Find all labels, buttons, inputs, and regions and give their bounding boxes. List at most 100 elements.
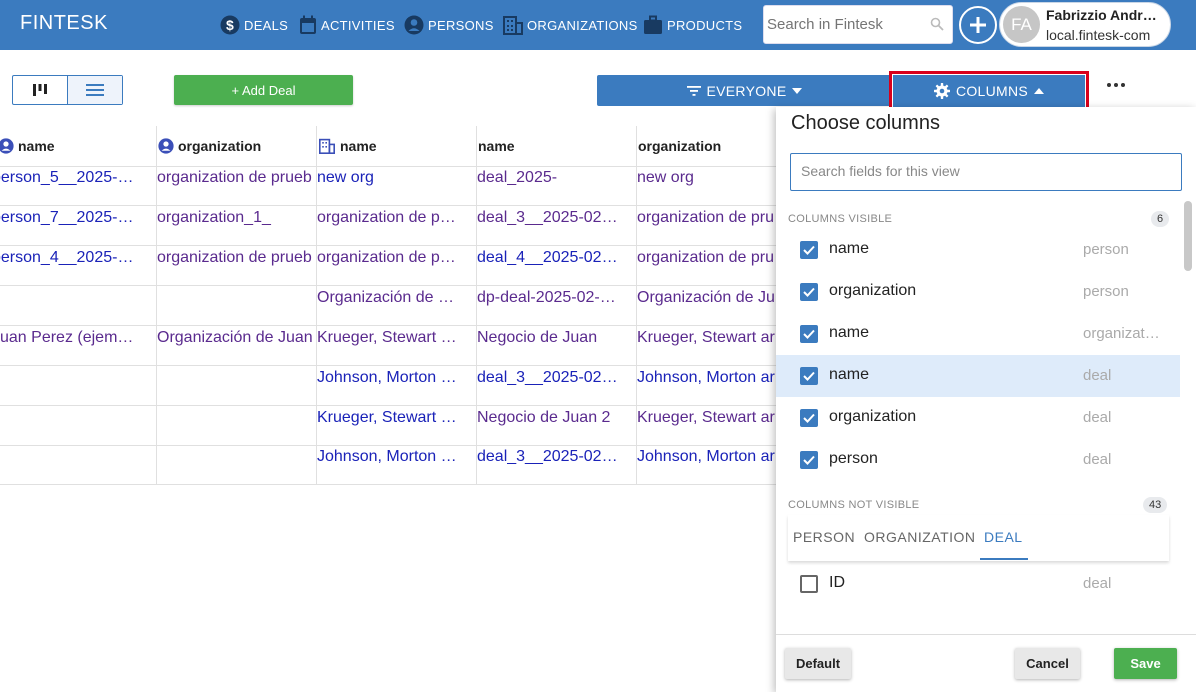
checkbox-checked[interactable] <box>800 367 818 385</box>
calendar-icon <box>300 15 316 34</box>
cell-organization-name[interactable]: organization de p… <box>317 198 476 238</box>
column-option[interactable]: organization deal <box>776 397 1180 439</box>
nav-persons[interactable]: PERSONS <box>404 0 494 50</box>
cell-deal-name[interactable]: Negocio de Juan <box>477 318 636 358</box>
fields-search-input[interactable] <box>801 154 1171 188</box>
top-navbar: FINTESK $ DEALS ACTIVITIES PERSONS ORGAN… <box>0 0 1196 50</box>
column-option-type: organizat… <box>1083 325 1160 342</box>
column-header-label: name <box>340 138 377 154</box>
quick-add-button[interactable] <box>959 6 997 44</box>
cell-deal-organization[interactable]: Krueger, Stewart ar <box>637 398 780 438</box>
cell-deal-name[interactable]: deal_4__2025-02… <box>477 238 636 278</box>
nav-products[interactable]: PRODUCTS <box>643 0 742 50</box>
person-icon <box>0 138 14 154</box>
checkbox-checked[interactable] <box>800 451 818 469</box>
brand-logo[interactable]: FINTESK <box>20 12 108 35</box>
nav-activities[interactable]: ACTIVITIES <box>299 0 395 50</box>
column-option-type: person <box>1083 241 1129 258</box>
cell-person-organization[interactable]: organization de prueb <box>157 158 316 198</box>
pipeline-view-button[interactable] <box>13 76 68 104</box>
row-divider <box>0 484 780 485</box>
column-option-hovered[interactable]: name deal <box>776 355 1180 397</box>
column-option-name: organization <box>829 408 917 425</box>
nav-persons-label: PERSONS <box>428 17 494 33</box>
plus-icon <box>970 17 986 33</box>
check-icon <box>803 371 815 381</box>
more-options-icon[interactable] <box>1106 82 1126 88</box>
fields-search[interactable] <box>790 153 1182 191</box>
cell-person-organization[interactable]: organization de prueb <box>157 238 316 278</box>
panel-scrollbar[interactable] <box>1184 201 1192 271</box>
briefcase-icon <box>644 15 662 34</box>
checkbox-checked[interactable] <box>800 283 818 301</box>
column-option[interactable]: name organizat… <box>776 313 1180 355</box>
column-option-type: deal <box>1083 409 1112 426</box>
checkbox-checked[interactable] <box>800 409 818 427</box>
cell-person-name[interactable]: Juan Perez (ejem… <box>0 318 152 358</box>
cell-deal-organization[interactable]: organization de pru <box>637 238 780 278</box>
cell-organization-name[interactable]: Johnson, Morton … <box>317 358 476 398</box>
cell-organization-name[interactable]: Johnson, Morton … <box>317 437 476 477</box>
tab-organization[interactable]: ORGANIZATION <box>864 529 976 545</box>
cell-deal-organization[interactable]: organization de pru <box>637 198 780 238</box>
cell-deal-name[interactable]: Negocio de Juan 2 <box>477 398 636 438</box>
cell-person-name[interactable]: person_7__2025-… <box>0 198 152 238</box>
cell-deal-name[interactable]: dp-deal-2025-02-… <box>477 278 636 318</box>
column-option[interactable]: name person <box>776 229 1180 271</box>
cancel-button[interactable]: Cancel <box>1015 648 1080 679</box>
columns-button[interactable]: COLUMNS <box>893 75 1085 107</box>
cell-organization-name[interactable]: Organización de … <box>317 278 476 318</box>
column-option-name: name <box>829 324 870 341</box>
cell-organization-name[interactable]: organization de p… <box>317 238 476 278</box>
column-option-type: person <box>1083 283 1129 300</box>
cell-person-name[interactable]: person_5__2025-… <box>0 158 152 198</box>
cell-organization-name[interactable]: Krueger, Stewart … <box>317 398 476 438</box>
user-menu[interactable]: FA Fabrizzio Andr… local.fintesk-com <box>999 2 1171 47</box>
building-icon <box>503 16 523 35</box>
cell-deal-organization[interactable]: Organización de Ju <box>637 278 780 318</box>
cell-deal-organization[interactable]: new org <box>637 158 780 198</box>
avatar: FA <box>1003 6 1040 43</box>
cell-deal-name[interactable]: deal_3__2025-02… <box>477 437 636 477</box>
cell-deal-name[interactable]: deal_3__2025-02… <box>477 358 636 398</box>
cell-organization-name[interactable]: new org <box>317 158 476 198</box>
search-icon[interactable] <box>930 17 944 31</box>
add-deal-button[interactable]: + Add Deal <box>174 75 353 105</box>
cell-person-organization[interactable]: Organización de Juan <box>157 318 316 358</box>
cell-deal-organization[interactable]: Johnson, Morton ar <box>637 437 780 477</box>
cell-person-organization[interactable]: organization_1_ <box>157 198 316 238</box>
cell-person-name[interactable] <box>0 278 152 318</box>
column-option-name: person <box>829 450 878 467</box>
column-option[interactable]: organization person <box>776 271 1180 313</box>
default-button[interactable]: Default <box>785 648 851 679</box>
cell-deal-name[interactable]: deal_3__2025-02… <box>477 198 636 238</box>
nav-activities-label: ACTIVITIES <box>321 17 395 33</box>
column-option[interactable]: ID deal <box>776 563 1180 605</box>
tab-person[interactable]: PERSON <box>793 529 855 545</box>
save-button[interactable]: Save <box>1114 648 1177 679</box>
cell-person-name[interactable]: person_4__2025-… <box>0 238 152 278</box>
cell-deal-organization[interactable]: Johnson, Morton ar <box>637 358 780 398</box>
checkbox-checked[interactable] <box>800 325 818 343</box>
nav-organizations[interactable]: ORGANIZATIONS <box>503 0 638 50</box>
global-search-input[interactable] <box>767 16 932 33</box>
check-icon <box>803 455 815 465</box>
cell-organization-name[interactable]: Krueger, Stewart … <box>317 318 476 358</box>
nav-deals[interactable]: $ DEALS <box>220 0 288 50</box>
active-tab-indicator <box>980 558 1028 560</box>
everyone-filter-button[interactable]: EVERYONE <box>597 75 892 106</box>
global-search[interactable] <box>763 5 953 44</box>
cell-person-organization[interactable] <box>157 278 316 318</box>
panel-footer: Default Cancel Save <box>776 634 1196 692</box>
check-icon <box>803 329 815 339</box>
column-option[interactable]: person deal <box>776 439 1180 481</box>
cell-deal-name[interactable]: deal_2025- <box>477 158 636 198</box>
column-header-label: name <box>478 138 515 154</box>
checkbox-unchecked[interactable] <box>800 575 818 593</box>
checkbox-checked[interactable] <box>800 241 818 259</box>
list-view-button[interactable] <box>68 76 122 104</box>
check-icon <box>803 287 815 297</box>
cell-deal-organization[interactable]: Krueger, Stewart ar <box>637 318 780 358</box>
field-group-tabs: PERSON ORGANIZATION DEAL <box>788 515 1169 561</box>
tab-deal[interactable]: DEAL <box>984 529 1023 545</box>
